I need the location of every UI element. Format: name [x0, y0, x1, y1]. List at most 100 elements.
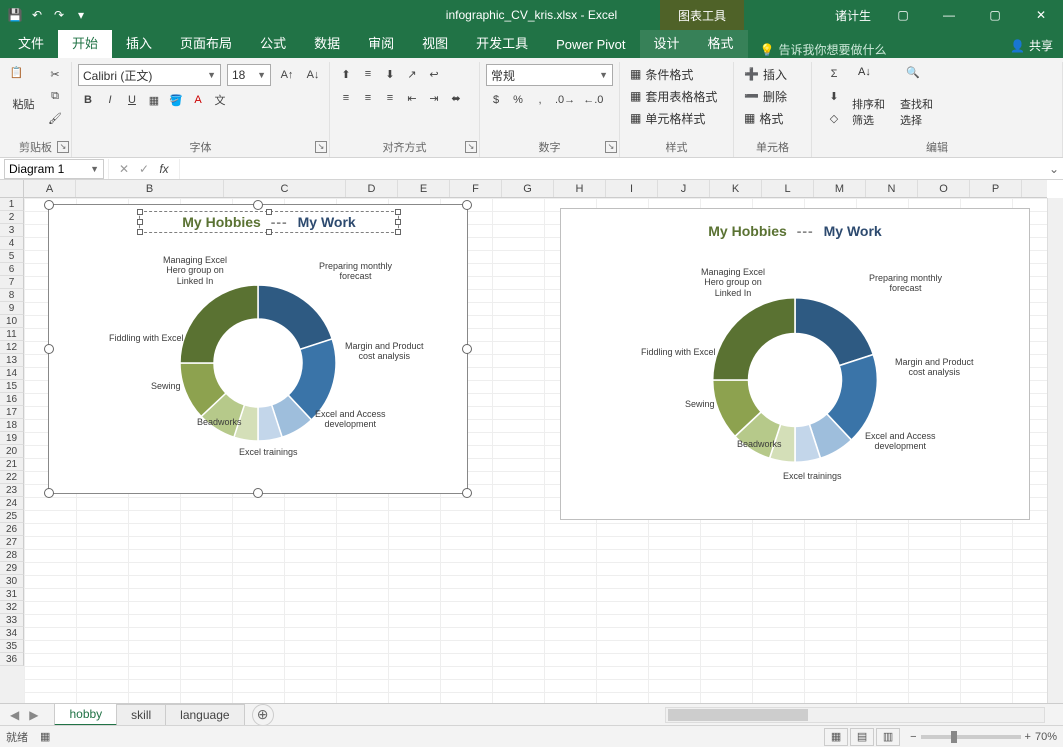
align-center-icon[interactable]: ≡	[358, 88, 378, 108]
font-size-combo[interactable]: 18▼	[227, 64, 271, 86]
wrap-text-icon[interactable]: ↩	[424, 64, 444, 84]
sheet-tab-skill[interactable]: skill	[116, 704, 166, 725]
tab-power-pivot[interactable]: Power Pivot	[542, 31, 639, 58]
merge-icon[interactable]: ⬌	[446, 88, 466, 108]
align-bottom-icon[interactable]: ⬇	[380, 64, 400, 84]
zoom-level[interactable]: 70%	[1035, 731, 1057, 743]
tab-insert[interactable]: 插入	[112, 27, 166, 58]
find-select-button[interactable]: 🔍 查找和选择	[900, 64, 940, 128]
tab-home[interactable]: 开始	[58, 27, 112, 58]
currency-icon[interactable]: $	[486, 90, 506, 110]
vertical-scrollbar[interactable]	[1047, 198, 1063, 703]
phonetic-icon[interactable]: 文	[210, 90, 230, 110]
maximize-icon[interactable]: ▢	[973, 0, 1017, 30]
row-headers[interactable]: 1234567891011121314151617181920212223242…	[0, 198, 24, 703]
align-right-icon[interactable]: ≡	[380, 88, 400, 108]
macro-record-icon[interactable]: ▦	[40, 730, 50, 743]
sort-filter-button[interactable]: A↓ 排序和筛选	[852, 64, 892, 128]
sheet-tab-hobby[interactable]: hobby	[54, 703, 117, 726]
comma-icon[interactable]: ,	[530, 90, 550, 110]
chart-object-2[interactable]: My Hobbies --- My Work Preparing monthly…	[560, 208, 1030, 520]
tell-me-box[interactable]: 💡 告诉我你想要做什么	[760, 41, 887, 58]
donut-chart-2[interactable]	[700, 285, 890, 475]
tab-developer[interactable]: 开发工具	[462, 27, 542, 58]
conditional-format-button[interactable]: ▦条件格式	[626, 64, 697, 84]
alignment-dialog-icon[interactable]: ↘	[465, 141, 477, 153]
select-all-corner[interactable]	[0, 180, 24, 198]
delete-cells-button[interactable]: ➖删除	[740, 86, 791, 106]
zoom-slider[interactable]	[921, 735, 1021, 739]
tab-data[interactable]: 数据	[300, 27, 354, 58]
save-icon[interactable]: 💾	[6, 6, 24, 24]
page-break-view-icon[interactable]: ▥	[876, 728, 900, 746]
format-as-table-button[interactable]: ▦套用表格格式	[626, 86, 721, 106]
percent-icon[interactable]: %	[508, 90, 528, 110]
sheet-nav-prev-icon[interactable]: ◀	[6, 708, 23, 722]
cut-icon[interactable]: ✂	[45, 64, 65, 84]
column-headers[interactable]: ABC DEF GHI JKL MNO P	[24, 180, 1047, 198]
sheet-tab-language[interactable]: language	[165, 704, 244, 725]
increase-indent-icon[interactable]: ⇥	[424, 88, 444, 108]
autosum-icon[interactable]: Σ	[824, 64, 844, 84]
undo-icon[interactable]: ↶	[28, 6, 46, 24]
decrease-indent-icon[interactable]: ⇤	[402, 88, 422, 108]
fx-icon[interactable]: fx	[155, 160, 173, 178]
format-painter-icon[interactable]: 🖌	[45, 108, 65, 128]
new-sheet-icon[interactable]: ⊕	[252, 704, 274, 726]
decrease-font-icon[interactable]: A↓	[303, 65, 323, 85]
increase-font-icon[interactable]: A↑	[277, 65, 297, 85]
cells-grid[interactable]: My Hobbies --- My Work Preparing monthly…	[24, 198, 1047, 703]
user-name[interactable]: 诸计生	[827, 7, 879, 24]
align-middle-icon[interactable]: ≡	[358, 64, 378, 84]
border-icon[interactable]: ▦	[144, 90, 164, 110]
tab-page-layout[interactable]: 页面布局	[166, 27, 246, 58]
font-color-icon[interactable]: A	[188, 90, 208, 110]
fill-icon[interactable]: ⬇	[824, 86, 844, 106]
chart-object-selected[interactable]: My Hobbies --- My Work Preparing monthly…	[48, 204, 468, 494]
clear-icon[interactable]: ◇	[824, 108, 844, 128]
copy-icon[interactable]: ⧉	[45, 86, 65, 106]
tab-chart-design[interactable]: 设计	[640, 27, 694, 58]
tab-file[interactable]: 文件	[4, 27, 58, 58]
tab-formulas[interactable]: 公式	[246, 27, 300, 58]
ribbon-display-icon[interactable]: ▢	[881, 0, 925, 30]
minimize-icon[interactable]: —	[927, 0, 971, 30]
number-dialog-icon[interactable]: ↘	[605, 141, 617, 153]
format-cells-button[interactable]: ▦格式	[740, 108, 787, 128]
align-left-icon[interactable]: ≡	[336, 88, 356, 108]
italic-button[interactable]: I	[100, 90, 120, 110]
align-top-icon[interactable]: ⬆	[336, 64, 356, 84]
resize-handle-ne[interactable]	[462, 200, 472, 210]
qat-customize-icon[interactable]: ▾	[72, 6, 90, 24]
tab-view[interactable]: 视图	[408, 27, 462, 58]
font-name-combo[interactable]: Calibri (正文)▼	[78, 64, 221, 86]
underline-button[interactable]: U	[122, 90, 142, 110]
bold-button[interactable]: B	[78, 90, 98, 110]
orientation-icon[interactable]: ↗	[402, 64, 422, 84]
zoom-out-icon[interactable]: −	[910, 731, 916, 743]
decrease-decimal-icon[interactable]: ←.0	[580, 90, 606, 110]
name-box[interactable]: Diagram 1 ▼	[4, 159, 104, 179]
cancel-formula-icon[interactable]: ✕	[115, 160, 133, 178]
resize-handle-nw[interactable]	[44, 200, 54, 210]
clipboard-dialog-icon[interactable]: ↘	[57, 141, 69, 153]
close-icon[interactable]: ✕	[1019, 0, 1063, 30]
resize-handle-n[interactable]	[253, 200, 263, 210]
fill-color-icon[interactable]: 🪣	[166, 90, 186, 110]
share-button[interactable]: 👤 共享	[1000, 33, 1063, 58]
chart-title-selection[interactable]: My Hobbies --- My Work	[139, 211, 399, 233]
zoom-in-icon[interactable]: +	[1025, 731, 1031, 743]
tab-review[interactable]: 审阅	[354, 27, 408, 58]
normal-view-icon[interactable]: ▦	[824, 728, 848, 746]
horizontal-scrollbar[interactable]	[665, 707, 1045, 723]
tab-chart-format[interactable]: 格式	[694, 27, 748, 58]
sheet-nav-next-icon[interactable]: ▶	[25, 708, 42, 722]
redo-icon[interactable]: ↷	[50, 6, 68, 24]
font-dialog-icon[interactable]: ↘	[315, 141, 327, 153]
expand-formula-bar-icon[interactable]: ⌄	[1045, 162, 1063, 176]
page-layout-view-icon[interactable]: ▤	[850, 728, 874, 746]
paste-button[interactable]: 📋 粘贴	[6, 64, 41, 112]
enter-formula-icon[interactable]: ✓	[135, 160, 153, 178]
insert-cells-button[interactable]: ➕插入	[740, 64, 791, 84]
cell-styles-button[interactable]: ▦单元格样式	[626, 108, 709, 128]
